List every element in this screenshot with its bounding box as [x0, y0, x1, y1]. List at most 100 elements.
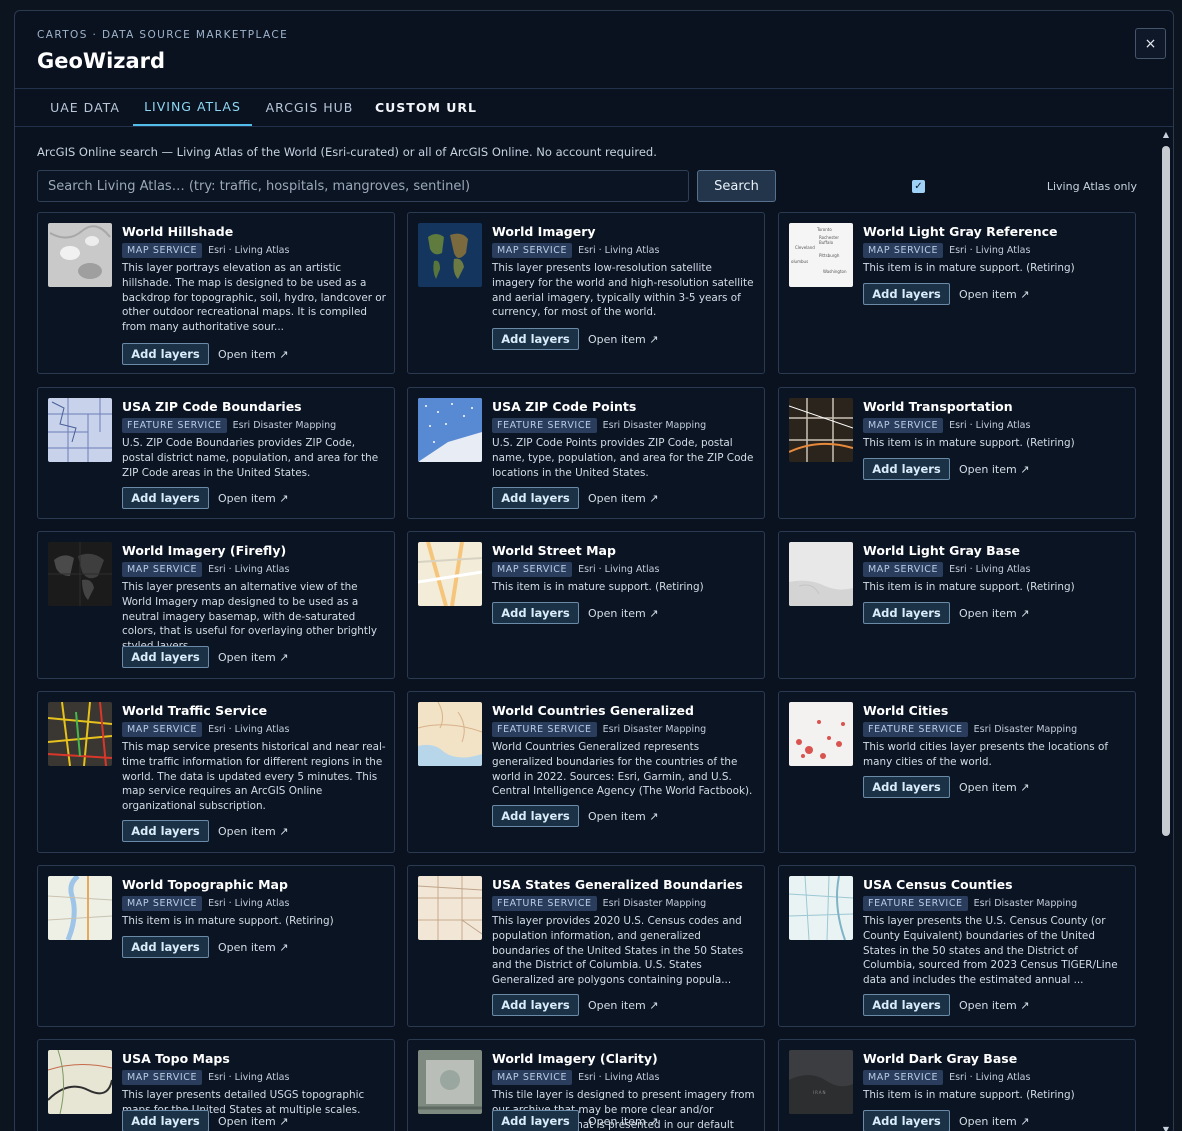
open-item-link[interactable]: Open item ↗ — [959, 781, 1029, 794]
item-owner: Esri · Living Atlas — [949, 1072, 1031, 1083]
add-layers-button[interactable]: Add layers — [863, 283, 950, 305]
open-item-link[interactable]: Open item ↗ — [588, 607, 658, 620]
result-meta: MAP SERVICE Esri · Living Atlas — [122, 896, 289, 911]
add-layers-button[interactable]: Add layers — [492, 994, 579, 1016]
result-card: World Light Gray Base MAP SERVICE Esri ·… — [778, 531, 1136, 679]
result-snippet: U.S. ZIP Code Points provides ZIP Code, … — [492, 437, 754, 479]
open-item-link[interactable]: Open item ↗ — [218, 1115, 288, 1128]
map-thumbnail-image — [789, 702, 853, 766]
item-type-badge: MAP SERVICE — [122, 722, 203, 737]
add-layers-button[interactable]: Add layers — [863, 602, 950, 624]
scrollbar-thumb[interactable] — [1162, 146, 1170, 836]
search-description: ArcGIS Online search — Living Atlas of t… — [37, 145, 657, 159]
result-card: USA States Generalized Boundaries FEATUR… — [407, 865, 765, 1027]
result-card: World Imagery (Clarity) MAP SERVICE Esri… — [407, 1039, 765, 1131]
open-item-link[interactable]: Open item ↗ — [959, 999, 1029, 1012]
scroll-down-icon[interactable]: ▼ — [1161, 1125, 1171, 1131]
result-snippet: This layer provides 2020 U.S. Census cod… — [492, 915, 744, 987]
scroll-up-icon[interactable]: ▲ — [1161, 130, 1171, 140]
open-item-link[interactable]: Open item ↗ — [218, 348, 288, 361]
result-title: World Countries Generalized — [492, 703, 694, 718]
result-actions: Add layers Open item ↗ — [122, 343, 288, 365]
add-layers-button[interactable]: Add layers — [492, 487, 579, 509]
svg-text:Buffalo: Buffalo — [819, 240, 834, 245]
result-thumbnail — [418, 542, 482, 606]
search-input[interactable] — [37, 170, 689, 202]
tab-arcgis-hub[interactable]: ARCGIS HUB — [252, 89, 367, 126]
open-item-link[interactable]: Open item ↗ — [218, 492, 288, 505]
item-type-badge: MAP SERVICE — [122, 562, 203, 577]
item-type-badge: MAP SERVICE — [122, 243, 203, 258]
living-atlas-only-checkbox[interactable]: ✓ — [912, 180, 925, 193]
result-title: World Transportation — [863, 399, 1013, 414]
add-layers-button[interactable]: Add layers — [122, 1110, 209, 1131]
search-button[interactable]: Search — [697, 170, 776, 202]
tab-uae-data[interactable]: UAE DATA — [37, 89, 133, 126]
add-layers-button[interactable]: Add layers — [863, 994, 950, 1016]
item-type-badge: FEATURE SERVICE — [492, 418, 597, 433]
result-title: World Street Map — [492, 543, 616, 558]
add-layers-button[interactable]: Add layers — [492, 1110, 579, 1131]
open-item-link[interactable]: Open item ↗ — [959, 288, 1029, 301]
item-owner: Esri · Living Atlas — [208, 564, 290, 575]
result-meta: MAP SERVICE Esri · Living Atlas — [492, 1070, 659, 1085]
item-type-badge: FEATURE SERVICE — [492, 722, 597, 737]
open-item-link[interactable]: Open item ↗ — [959, 607, 1029, 620]
add-layers-button[interactable]: Add layers — [863, 776, 950, 798]
add-layers-button[interactable]: Add layers — [492, 602, 579, 624]
result-meta: MAP SERVICE Esri · Living Atlas — [863, 418, 1030, 433]
open-item-link[interactable]: Open item ↗ — [218, 941, 288, 954]
result-title: World Cities — [863, 703, 949, 718]
result-card: World Transportation MAP SERVICE Esri · … — [778, 387, 1136, 519]
result-actions: Add layers Open item ↗ — [122, 646, 288, 668]
map-thumbnail-image — [48, 876, 112, 940]
result-meta: MAP SERVICE Esri · Living Atlas — [863, 562, 1030, 577]
item-owner: Esri Disaster Mapping — [602, 420, 707, 431]
result-thumbnail — [789, 398, 853, 462]
result-card: World Imagery (Firefly) MAP SERVICE Esri… — [37, 531, 395, 679]
result-thumbnail — [48, 702, 112, 766]
map-thumbnail-image — [48, 223, 112, 287]
result-actions: Add layers Open item ↗ — [492, 328, 658, 350]
open-item-link[interactable]: Open item ↗ — [588, 492, 658, 505]
result-actions: Add layers Open item ↗ — [492, 602, 658, 624]
map-thumbnail-image — [48, 1050, 112, 1114]
result-title: USA Topo Maps — [122, 1051, 230, 1066]
open-item-link[interactable]: Open item ↗ — [959, 463, 1029, 476]
open-item-link[interactable]: Open item ↗ — [588, 810, 658, 823]
add-layers-button[interactable]: Add layers — [122, 646, 209, 668]
add-layers-button[interactable]: Add layers — [122, 343, 209, 365]
open-item-link[interactable]: Open item ↗ — [218, 825, 288, 838]
result-snippet: This layer presents the U.S. Census Coun… — [863, 915, 1118, 987]
open-item-link[interactable]: Open item ↗ — [588, 1115, 658, 1128]
open-item-link[interactable]: Open item ↗ — [959, 1115, 1029, 1128]
result-title: World Dark Gray Base — [863, 1051, 1018, 1066]
svg-text:Toronto: Toronto — [816, 227, 832, 232]
open-item-link[interactable]: Open item ↗ — [218, 651, 288, 664]
tab-living-atlas[interactable]: LIVING ATLAS — [133, 89, 252, 126]
map-thumbnail-image — [789, 398, 853, 462]
item-type-badge: MAP SERVICE — [492, 1070, 573, 1085]
result-thumbnail: IRAN — [789, 1050, 853, 1114]
item-type-badge: FEATURE SERVICE — [122, 418, 227, 433]
result-snippet: U.S. ZIP Code Boundaries provides ZIP Co… — [122, 437, 379, 479]
add-layers-button[interactable]: Add layers — [122, 936, 209, 958]
svg-text:Cleveland: Cleveland — [795, 245, 815, 250]
item-owner: Esri Disaster Mapping — [602, 724, 707, 735]
open-item-link[interactable]: Open item ↗ — [588, 333, 658, 346]
item-type-badge: FEATURE SERVICE — [863, 722, 968, 737]
close-button[interactable]: × — [1135, 28, 1166, 59]
add-layers-button[interactable]: Add layers — [122, 487, 209, 509]
add-layers-button[interactable]: Add layers — [863, 458, 950, 480]
result-card: Toronto Rochester Buffalo Cleveland Pittsbur… — [778, 212, 1136, 374]
tab-custom-url[interactable]: CUSTOM URL — [367, 89, 485, 126]
item-type-badge: MAP SERVICE — [492, 243, 573, 258]
vertical-scrollbar[interactable]: ▲ ▼ — [1161, 130, 1171, 1131]
add-layers-button[interactable]: Add layers — [122, 820, 209, 842]
add-layers-button[interactable]: Add layers — [863, 1110, 950, 1131]
open-item-link[interactable]: Open item ↗ — [588, 999, 658, 1012]
add-layers-button[interactable]: Add layers — [492, 805, 579, 827]
add-layers-button[interactable]: Add layers — [492, 328, 579, 350]
result-snippet: This item is in mature support. (Retirin… — [863, 437, 1075, 449]
result-actions: Add layers Open item ↗ — [863, 776, 1029, 798]
